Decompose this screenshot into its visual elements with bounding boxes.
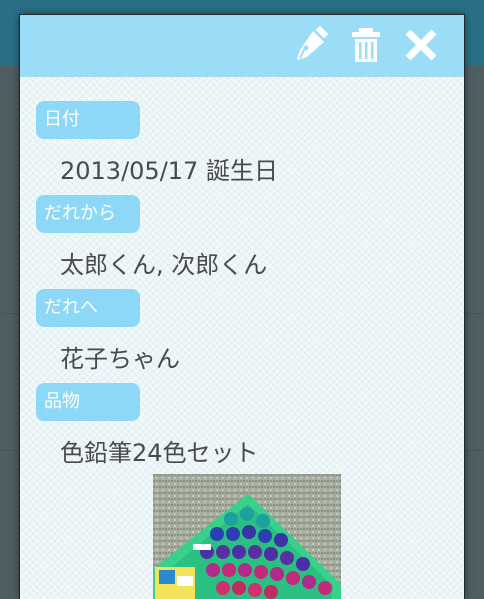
date-value: 2013/05/17 誕生日 [60, 157, 278, 185]
to-label: だれへ [36, 289, 140, 327]
background-left-panel [0, 66, 20, 599]
edit-button[interactable] [290, 25, 330, 65]
pen-icon [297, 26, 329, 60]
gift-detail-dialog: 日付 2013/05/17 誕生日 だれから 太郎くん, 次郎くん だれへ 花子… [20, 15, 464, 599]
background-right-panel [464, 66, 484, 599]
from-label: だれから [36, 195, 140, 233]
trash-icon [352, 28, 380, 62]
delete-button[interactable] [346, 25, 386, 65]
item-label: 品物 [36, 383, 140, 421]
to-value: 花子ちゃん [60, 345, 180, 373]
dialog-header [20, 15, 464, 77]
close-icon [405, 29, 437, 61]
item-value: 色鉛筆24色セット [60, 439, 259, 467]
dialog-content: 日付 2013/05/17 誕生日 だれから 太郎くん, 次郎くん だれへ 花子… [20, 77, 464, 599]
gift-photo-image [153, 474, 341, 599]
date-label: 日付 [36, 101, 140, 139]
from-value: 太郎くん, 次郎くん [60, 251, 268, 279]
gift-photo[interactable] [153, 474, 341, 599]
close-button[interactable] [401, 25, 441, 65]
